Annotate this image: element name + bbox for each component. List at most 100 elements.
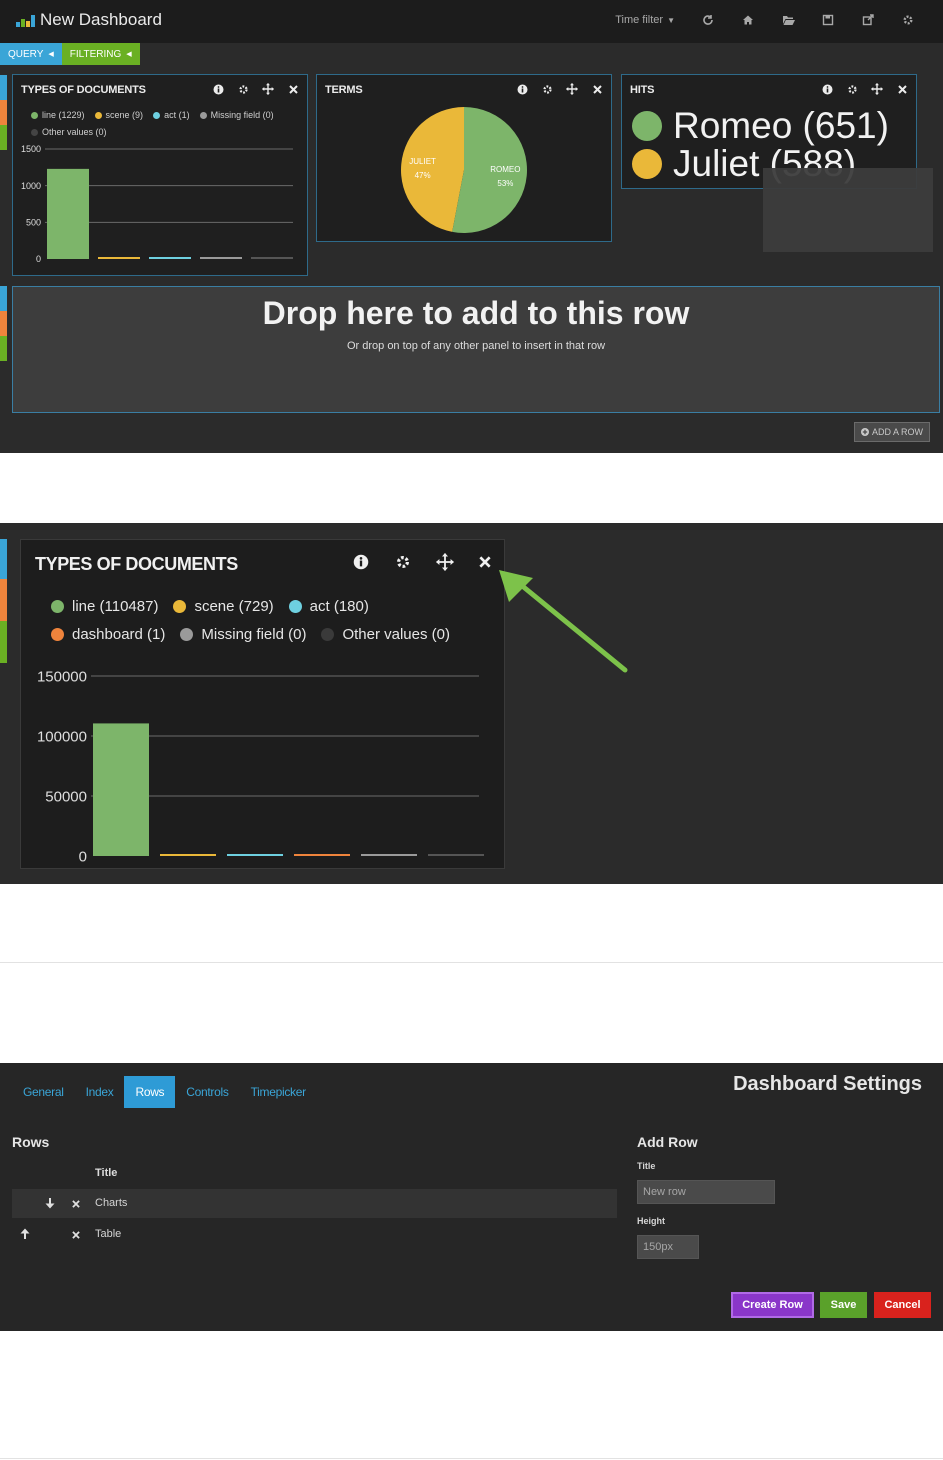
- home-icon[interactable]: [741, 13, 755, 27]
- tab-rows[interactable]: Rows: [124, 1076, 176, 1108]
- remove-row-icon[interactable]: [72, 1230, 80, 1242]
- row-indicator-green: [0, 125, 7, 150]
- row-title: Table: [95, 1228, 122, 1240]
- query-label: QUERY: [8, 48, 44, 60]
- top-navbar: New Dashboard Time filter ▼: [0, 0, 943, 43]
- time-filter-label: Time filter: [615, 14, 664, 26]
- title-column-header: Title: [95, 1167, 118, 1179]
- time-filter-dropdown[interactable]: Time filter ▼: [615, 14, 675, 26]
- bar-act: [227, 854, 283, 856]
- dashboard-settings-screenshot: General Index Rows Controls Timepicker D…: [0, 1063, 943, 1331]
- remove-row-icon[interactable]: [72, 1199, 80, 1211]
- row-indicator-orange: [0, 311, 7, 336]
- pie-label: ROMEO: [490, 165, 520, 174]
- hits-swatch: [632, 149, 662, 179]
- table-row: Charts: [12, 1189, 617, 1218]
- rows-heading: Rows: [12, 1134, 50, 1150]
- row-title: Charts: [95, 1197, 128, 1209]
- terms-panel: TERMS JULIET 47% ROMEO 53%: [316, 74, 612, 242]
- add-row-label: ADD A ROW: [871, 427, 923, 437]
- row-indicator-green: [0, 336, 7, 361]
- row-indicator-orange: [0, 100, 7, 125]
- dashboard-logo-icon: [16, 13, 35, 27]
- bar-dashboard: [294, 854, 350, 856]
- hits-item: Romeo (651): [632, 107, 889, 145]
- row-indicator-blue: [0, 539, 7, 579]
- filtering-tab[interactable]: FILTERING ◀: [61, 43, 140, 65]
- bar-missing-field: [361, 854, 417, 856]
- pie-slice-juliet: [400, 107, 464, 232]
- info-icon[interactable]: [821, 83, 833, 95]
- caret-left-icon: ◀: [48, 51, 54, 58]
- types-bar-chart: 150000 100000 50000 0: [37, 668, 484, 865]
- gear-icon[interactable]: [901, 13, 915, 27]
- settings-tabs: General Index Rows Controls Timepicker: [12, 1076, 317, 1108]
- query-tab[interactable]: QUERY ◀: [0, 43, 62, 65]
- section-divider: [0, 962, 943, 963]
- add-row-button[interactable]: ADD A ROW: [854, 422, 930, 442]
- row-indicator-blue: [0, 75, 7, 100]
- row-indicator-blue: [0, 286, 7, 311]
- drop-zone-subtitle: Or drop on top of any other panel to ins…: [346, 340, 606, 352]
- folder-open-icon[interactable]: [781, 13, 795, 27]
- bar-scene: [160, 854, 216, 856]
- share-icon[interactable]: [861, 13, 875, 27]
- pie-label: JULIET: [409, 157, 436, 166]
- drag-placeholder: [763, 168, 933, 252]
- arrow-down-icon[interactable]: [45, 1198, 55, 1212]
- y-tick-label: 0: [36, 254, 41, 264]
- add-row-heading: Add Row: [637, 1134, 698, 1150]
- move-icon[interactable]: [871, 83, 883, 95]
- row-height-input[interactable]: [637, 1235, 699, 1259]
- bar-line: [47, 168, 89, 259]
- caret-left-icon: ◀: [126, 51, 132, 58]
- save-icon[interactable]: [821, 13, 835, 27]
- dashboard-title: New Dashboard: [40, 10, 162, 29]
- gear-icon[interactable]: [846, 83, 858, 95]
- panel-closeup-screenshot: TYPES OF DOCUMENTS line (110487) scene (…: [0, 523, 943, 884]
- y-tick-label: 1500: [21, 144, 41, 154]
- bar-other-values: [251, 257, 293, 259]
- refresh-icon[interactable]: [701, 13, 715, 27]
- row-indicator-green: [0, 621, 7, 663]
- query-filter-bar: QUERY ◀ FILTERING ◀: [0, 43, 140, 66]
- dashboard-brand[interactable]: New Dashboard: [16, 10, 162, 30]
- tab-index[interactable]: Index: [75, 1076, 125, 1108]
- table-row: Table: [12, 1220, 617, 1249]
- cancel-button[interactable]: Cancel: [874, 1292, 931, 1318]
- section-divider: [0, 1458, 943, 1459]
- height-field-label: Height: [637, 1216, 665, 1226]
- plus-circle-icon: [860, 428, 869, 436]
- bar-line: [93, 723, 149, 856]
- tab-general[interactable]: General: [12, 1076, 75, 1108]
- bar-act: [149, 257, 191, 259]
- drop-zone-title: Drop here to add to this row: [262, 295, 690, 331]
- title-field-label: Title: [637, 1161, 656, 1171]
- green-arrow-annotation: [499, 570, 628, 673]
- types-of-documents-panel: TYPES OF DOCUMENTS line (1229) scene (9)…: [12, 74, 308, 276]
- types-bar-chart: 1500 1000 500 0: [21, 144, 293, 264]
- hits-label: Romeo (651): [673, 105, 889, 146]
- y-tick-label: 0: [79, 848, 87, 865]
- arrow-up-icon[interactable]: [20, 1228, 30, 1242]
- types-of-documents-panel: TYPES OF DOCUMENTS line (110487) scene (…: [20, 539, 505, 869]
- drop-zone[interactable]: Drop here to add to this row Or drop on …: [12, 286, 940, 413]
- caret-down-icon: ▼: [667, 15, 675, 25]
- bar-scene: [98, 257, 140, 259]
- terms-pie-chart: JULIET 47% ROMEO 53%: [400, 107, 527, 233]
- tab-controls[interactable]: Controls: [175, 1076, 239, 1108]
- pie-percent-label: 47%: [415, 171, 431, 180]
- row-title-input[interactable]: [637, 1180, 775, 1204]
- hits-swatch: [632, 111, 662, 141]
- y-tick-label: 1000: [21, 181, 41, 191]
- row-indicator-orange: [0, 579, 7, 621]
- dashboard-screenshot: New Dashboard Time filter ▼ QUERY ◀ FILT…: [0, 0, 943, 453]
- close-icon[interactable]: [896, 83, 908, 95]
- save-button[interactable]: Save: [820, 1292, 867, 1318]
- tab-timepicker[interactable]: Timepicker: [240, 1076, 317, 1108]
- panel-title: HITS: [630, 84, 655, 96]
- y-tick-label: 500: [26, 217, 41, 227]
- create-row-button[interactable]: Create Row: [731, 1292, 814, 1318]
- bar-other-values: [428, 854, 484, 856]
- pie-percent-label: 53%: [497, 179, 513, 188]
